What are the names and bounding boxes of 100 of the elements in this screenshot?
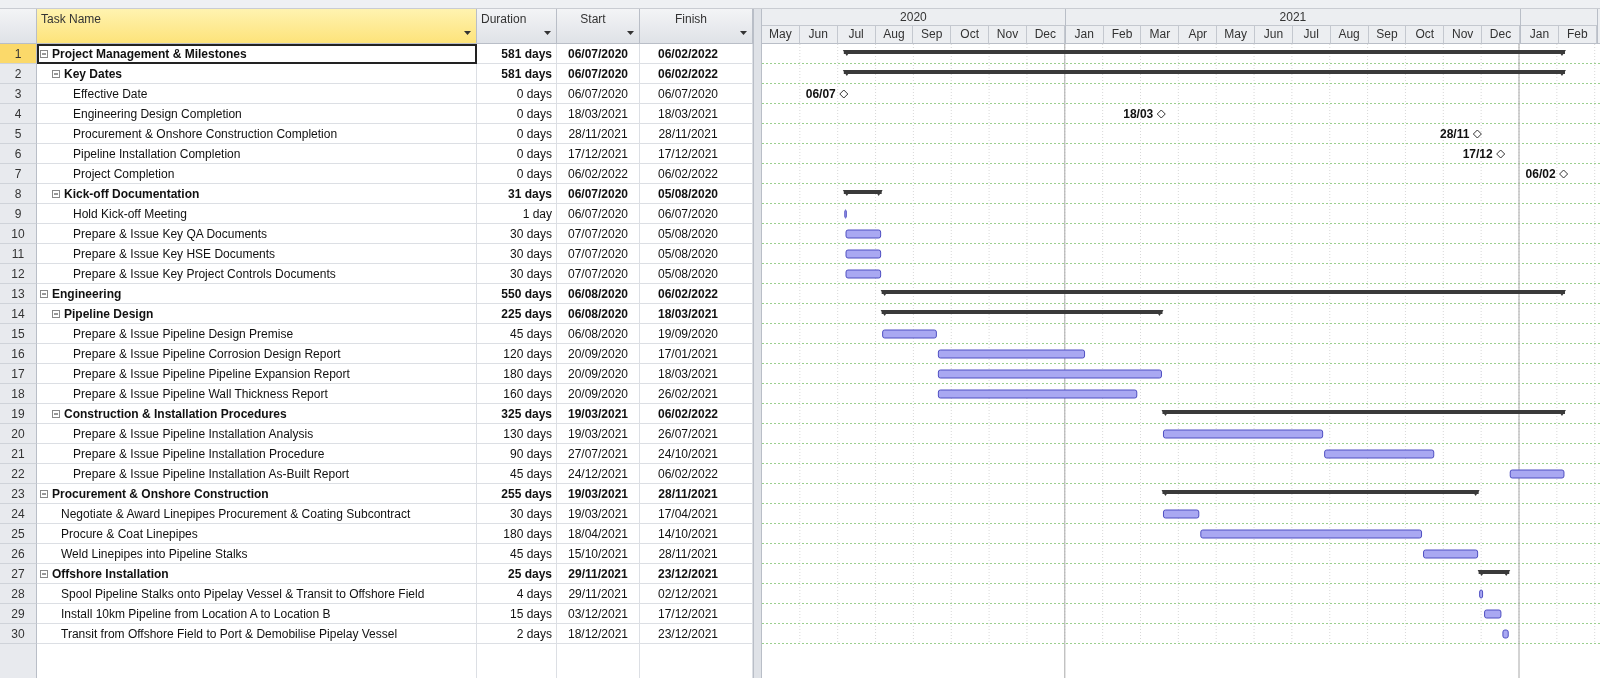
row-number[interactable]: 11 [0,244,37,264]
task-name: Procure & Coat Linepipes [61,526,198,541]
start-cell: 28/11/2021 [557,124,640,144]
row-number[interactable]: 20 [0,424,37,444]
row-number[interactable]: 3 [0,84,37,104]
start-cell: 06/07/2020 [557,184,640,204]
task-name: Pipeline Installation Completion [73,146,241,161]
start-cell: 19/03/2021 [557,424,640,444]
task-bar[interactable] [845,229,882,239]
row-number[interactable]: 18 [0,384,37,404]
row-number[interactable]: 25 [0,524,37,544]
row-number[interactable]: 4 [0,104,37,124]
duration-cell: 180 days [477,524,557,544]
task-bar[interactable] [1163,509,1200,519]
task-name: Engineering [52,286,122,301]
task-name: Prepare & Issue Pipeline Installation Analysis [73,426,314,441]
row-number[interactable]: 17 [0,364,37,384]
row-number[interactable]: 1 [0,44,37,64]
row-number[interactable]: 8 [0,184,37,204]
task-bar[interactable] [1502,629,1509,639]
row-number[interactable]: 27 [0,564,37,584]
row-number[interactable]: 12 [0,264,37,284]
row-number[interactable]: 23 [0,484,37,504]
start-cell: 17/12/2021 [557,144,640,164]
row-number[interactable]: 21 [0,444,37,464]
collapse-icon[interactable] [40,49,48,58]
row-number[interactable]: 26 [0,544,37,564]
duration-cell: 30 days [477,504,557,524]
row-number[interactable]: 19 [0,404,37,424]
column-header[interactable]: Duration [477,9,557,44]
task-bar[interactable] [845,269,882,279]
row-number[interactable]: 22 [0,464,37,484]
task-name: Negotiate & Award Linepipes Procurement & Coating Subcontract [61,506,411,521]
month-label: May [762,26,800,44]
month-label: Nov [1444,26,1483,44]
row-number[interactable]: 13 [0,284,37,304]
row-number[interactable]: 7 [0,164,37,184]
collapse-icon[interactable] [52,69,60,78]
duration-cell: 225 days [477,304,557,324]
row-number[interactable]: 10 [0,224,37,244]
row-number[interactable]: 14 [0,304,37,324]
collapse-icon[interactable] [40,289,48,298]
task-name: Project Management & Milestones [52,46,247,61]
duration-cell: 130 days [477,424,557,444]
row-number[interactable]: 6 [0,144,37,164]
column-header[interactable]: Finish [640,9,753,44]
collapse-icon[interactable] [40,569,48,578]
month-label: Jun [1255,26,1293,44]
task-bar[interactable] [845,249,882,259]
start-cell: 07/07/2020 [557,244,640,264]
column-header[interactable]: Task Name [37,9,477,44]
dropdown-arrow-icon[interactable] [740,31,747,35]
row-number[interactable]: 24 [0,504,37,524]
task-bar[interactable] [882,329,937,339]
start-cell: 27/07/2021 [557,444,640,464]
task-bar[interactable] [844,209,847,219]
duration-cell: 160 days [477,384,557,404]
month-label: Jan [1521,26,1559,44]
column-header[interactable]: Start [557,9,640,44]
duration-cell: 581 days [477,64,557,84]
collapse-icon[interactable] [40,489,48,498]
duration-cell: 0 days [477,144,557,164]
month-label: Jun [799,26,838,44]
duration-cell: 1 day [477,204,557,224]
milestone-label: 06/02 [1525,167,1556,181]
month-label: Oct [1406,26,1445,44]
dropdown-arrow-icon[interactable] [627,31,634,35]
task-bar[interactable] [1423,549,1479,559]
collapse-icon[interactable] [52,189,60,198]
task-name: Prepare & Issue Pipeline Design Premise [73,326,294,341]
row-number[interactable]: 2 [0,64,37,84]
start-cell: 06/07/2020 [557,84,640,104]
milestone-diamond-icon [1472,129,1482,139]
row-number[interactable]: 15 [0,324,37,344]
row-number[interactable]: 9 [0,204,37,224]
duration-cell: 25 days [477,564,557,584]
start-cell: 15/10/2021 [557,544,640,564]
task-bar[interactable] [1509,469,1565,479]
dropdown-arrow-icon[interactable] [464,31,471,35]
collapse-icon[interactable] [52,409,60,418]
month-label: Dec [1026,26,1065,44]
duration-cell: 45 days [477,324,557,344]
task-name: Install 10km Pipeline from Location A to Location B [61,606,331,621]
milestone-label: 06/07 [805,87,836,101]
task-bar[interactable] [1479,589,1484,599]
task-name: Transit from Offshore Field to Port & Demobilise Pipelay Vessel [61,626,398,641]
dropdown-arrow-icon[interactable] [544,31,551,35]
row-number[interactable]: 28 [0,584,37,604]
row-number[interactable]: 29 [0,604,37,624]
duration-cell: 30 days [477,224,557,244]
milestone-label: 17/12 [1462,147,1493,161]
task-name: Prepare & Issue Key QA Documents [73,226,268,241]
collapse-icon[interactable] [52,309,60,318]
task-bar[interactable] [1484,609,1502,619]
row-number[interactable]: 16 [0,344,37,364]
row-number[interactable]: 5 [0,124,37,144]
duration-cell: 31 days [477,184,557,204]
start-cell: 06/08/2020 [557,304,640,324]
row-number[interactable]: 30 [0,624,37,644]
start-cell: 06/07/2020 [557,64,640,84]
